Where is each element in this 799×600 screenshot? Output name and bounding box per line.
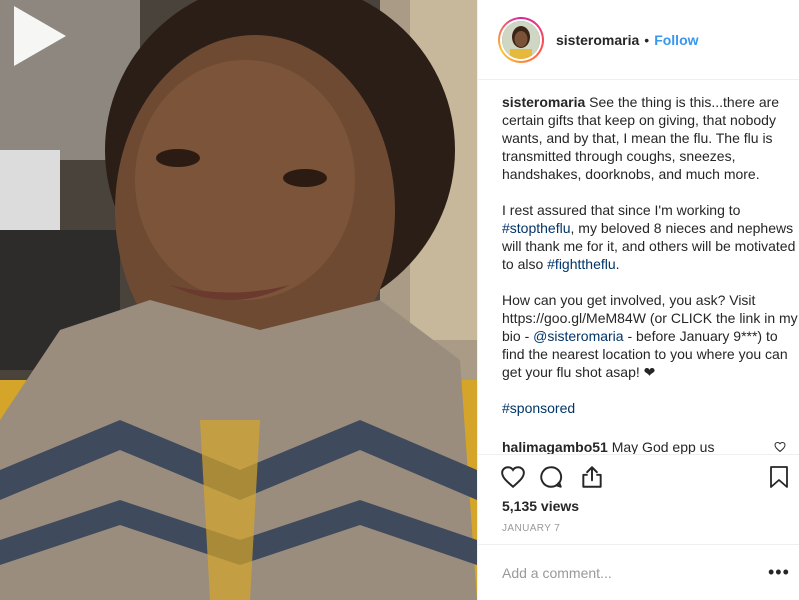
separator-dot: •: [644, 31, 650, 48]
post-video[interactable]: [0, 0, 477, 600]
caption-username[interactable]: sisteromaria: [502, 94, 585, 110]
caption-paragraph-2: I rest assured that since I'm working to…: [502, 201, 798, 273]
post-side-panel: sisteromaria • Follow sisteromaria See t…: [477, 0, 799, 600]
more-options-button[interactable]: •••: [768, 563, 790, 581]
video-frame: [0, 0, 477, 600]
small-heart-icon[interactable]: [774, 441, 786, 453]
avatar-image: [502, 20, 540, 59]
actions-divider: [478, 454, 799, 455]
view-count[interactable]: 5,135 views: [502, 498, 579, 514]
post-header: sisteromaria • Follow: [478, 0, 799, 80]
mention-sisteromaria[interactable]: @sisteromaria: [533, 328, 623, 344]
share-icon[interactable]: [579, 464, 605, 490]
header-username[interactable]: sisteromaria: [556, 32, 639, 48]
post-date: JANUARY 7: [502, 523, 561, 534]
comment-row: halimagambo51 May God epp us: [502, 438, 799, 454]
heart-icon[interactable]: [500, 464, 526, 490]
avatar-portrait: [502, 20, 540, 59]
post-caption: sisteromaria See the thing is this...the…: [502, 93, 798, 417]
hashtag-stoptheflu[interactable]: #stoptheflu: [502, 220, 571, 236]
add-comment-input[interactable]: [502, 563, 742, 583]
hashtag-fighttheflu[interactable]: #fighttheflu: [547, 256, 616, 272]
hashtag-sponsored[interactable]: #sponsored: [502, 400, 575, 416]
comment-text: May God epp us: [607, 439, 715, 454]
play-icon[interactable]: [0, 0, 72, 72]
caption-text-2a: I rest assured that since I'm working to: [502, 202, 741, 218]
caption-paragraph-3: How can you get involved, you ask? Visit…: [502, 291, 798, 381]
caption-paragraph-1: sisteromaria See the thing is this...the…: [502, 93, 798, 183]
caption-text-2c: .: [615, 256, 620, 272]
add-comment-bar: •••: [478, 544, 799, 600]
profile-avatar[interactable]: [498, 16, 544, 63]
bookmark-icon[interactable]: [767, 464, 791, 490]
comment-icon[interactable]: [538, 464, 564, 490]
caption-paragraph-4: #sponsored: [502, 399, 798, 417]
comment-username[interactable]: halimagambo51: [502, 439, 608, 454]
follow-button[interactable]: Follow: [654, 32, 698, 48]
